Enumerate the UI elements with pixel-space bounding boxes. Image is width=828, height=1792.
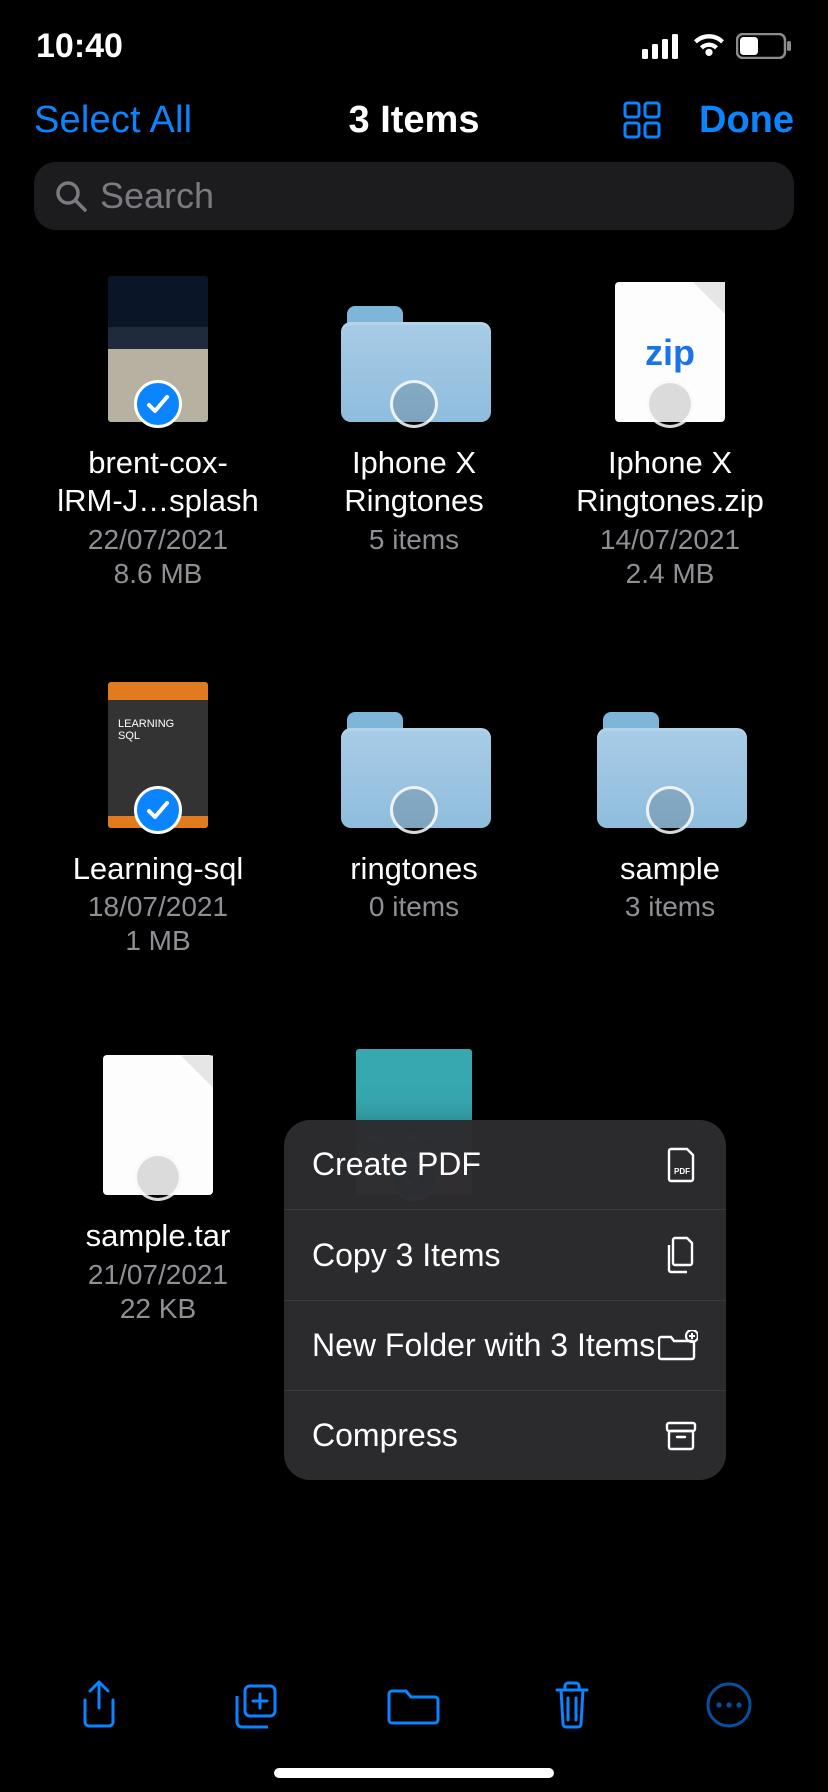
status-icons	[642, 33, 792, 59]
duplicate-icon	[231, 1680, 281, 1730]
search-wrap	[0, 152, 828, 240]
page-title: 3 Items	[349, 99, 480, 142]
file-name: Iphone XRingtones.zip	[576, 444, 764, 520]
selection-circle-icon	[646, 380, 694, 428]
duplicate-button[interactable]	[221, 1670, 291, 1740]
file-item[interactable]: sample.tar 21/07/2021 22 KB	[34, 1049, 282, 1325]
file-name: sample.tar	[86, 1217, 231, 1255]
menu-item-label: Copy 3 Items	[312, 1237, 501, 1274]
nav-bar: Select All 3 Items Done	[0, 80, 828, 152]
file-date: 21/07/2021	[88, 1259, 228, 1291]
file-size: 1 MB	[125, 925, 190, 957]
search-input[interactable]	[100, 175, 774, 217]
cellular-icon	[642, 33, 682, 59]
selection-circle-icon	[390, 380, 438, 428]
folder-item-count: 5 items	[369, 524, 459, 556]
file-item[interactable]: Iphone XRingtones 5 items	[290, 276, 538, 590]
share-icon	[77, 1678, 121, 1732]
more-icon	[705, 1681, 753, 1729]
menu-item-new-folder[interactable]: New Folder with 3 Items	[284, 1301, 726, 1391]
search-icon	[54, 179, 88, 213]
trash-icon	[551, 1680, 593, 1730]
menu-item-label: Create PDF	[312, 1146, 481, 1183]
wifi-icon	[692, 33, 726, 59]
search-field[interactable]	[34, 162, 794, 230]
selection-circle-icon	[134, 1153, 182, 1201]
folder-item-count: 3 items	[625, 891, 715, 923]
menu-item-copy[interactable]: Copy 3 Items	[284, 1210, 726, 1301]
file-size: 8.6 MB	[114, 558, 203, 590]
view-grid-icon[interactable]	[621, 99, 663, 141]
selection-checkmark-icon	[134, 786, 182, 834]
selection-checkmark-icon	[134, 380, 182, 428]
battery-icon	[736, 33, 792, 59]
file-date: 22/07/2021	[88, 524, 228, 556]
context-menu: Create PDF PDF Copy 3 Items New Folder w…	[284, 1120, 726, 1480]
home-indicator	[274, 1768, 554, 1778]
folder-icon	[387, 1683, 441, 1727]
select-all-button[interactable]: Select All	[34, 99, 192, 142]
menu-item-compress[interactable]: Compress	[284, 1391, 726, 1480]
status-time: 10:40	[36, 27, 123, 66]
file-item[interactable]: sample 3 items	[546, 682, 794, 958]
share-button[interactable]	[64, 1670, 134, 1740]
delete-button[interactable]	[537, 1670, 607, 1740]
file-size: 22 KB	[120, 1293, 196, 1325]
copy-icon	[664, 1236, 698, 1274]
file-item[interactable]: ringtones 0 items	[290, 682, 538, 958]
archive-icon	[664, 1419, 698, 1453]
file-name: ringtones	[350, 850, 478, 888]
svg-text:PDF: PDF	[674, 1167, 690, 1176]
new-folder-icon	[658, 1330, 698, 1362]
menu-item-label: Compress	[312, 1417, 458, 1454]
file-item[interactable]: LEARNING SQL Learning-sql 18/07/2021 1 M…	[34, 682, 282, 958]
done-button[interactable]: Done	[699, 99, 794, 142]
file-item[interactable]: zip Iphone XRingtones.zip 14/07/2021 2.4…	[546, 276, 794, 590]
file-name: brent-cox-lRM-J…splash	[57, 444, 259, 520]
file-date: 14/07/2021	[600, 524, 740, 556]
file-name: sample	[620, 850, 720, 888]
status-bar: 10:40	[0, 0, 828, 80]
move-button[interactable]	[379, 1670, 449, 1740]
file-item[interactable]: brent-cox-lRM-J…splash 22/07/2021 8.6 MB	[34, 276, 282, 590]
menu-item-create-pdf[interactable]: Create PDF PDF	[284, 1120, 726, 1210]
file-name: Learning-sql	[73, 850, 244, 888]
file-date: 18/07/2021	[88, 891, 228, 923]
file-size: 2.4 MB	[626, 558, 715, 590]
pdf-icon: PDF	[666, 1147, 698, 1183]
selection-circle-icon	[390, 786, 438, 834]
more-button[interactable]	[694, 1670, 764, 1740]
folder-item-count: 0 items	[369, 891, 459, 923]
file-name: Iphone XRingtones	[344, 444, 484, 520]
selection-circle-icon	[646, 786, 694, 834]
menu-item-label: New Folder with 3 Items	[312, 1327, 655, 1364]
